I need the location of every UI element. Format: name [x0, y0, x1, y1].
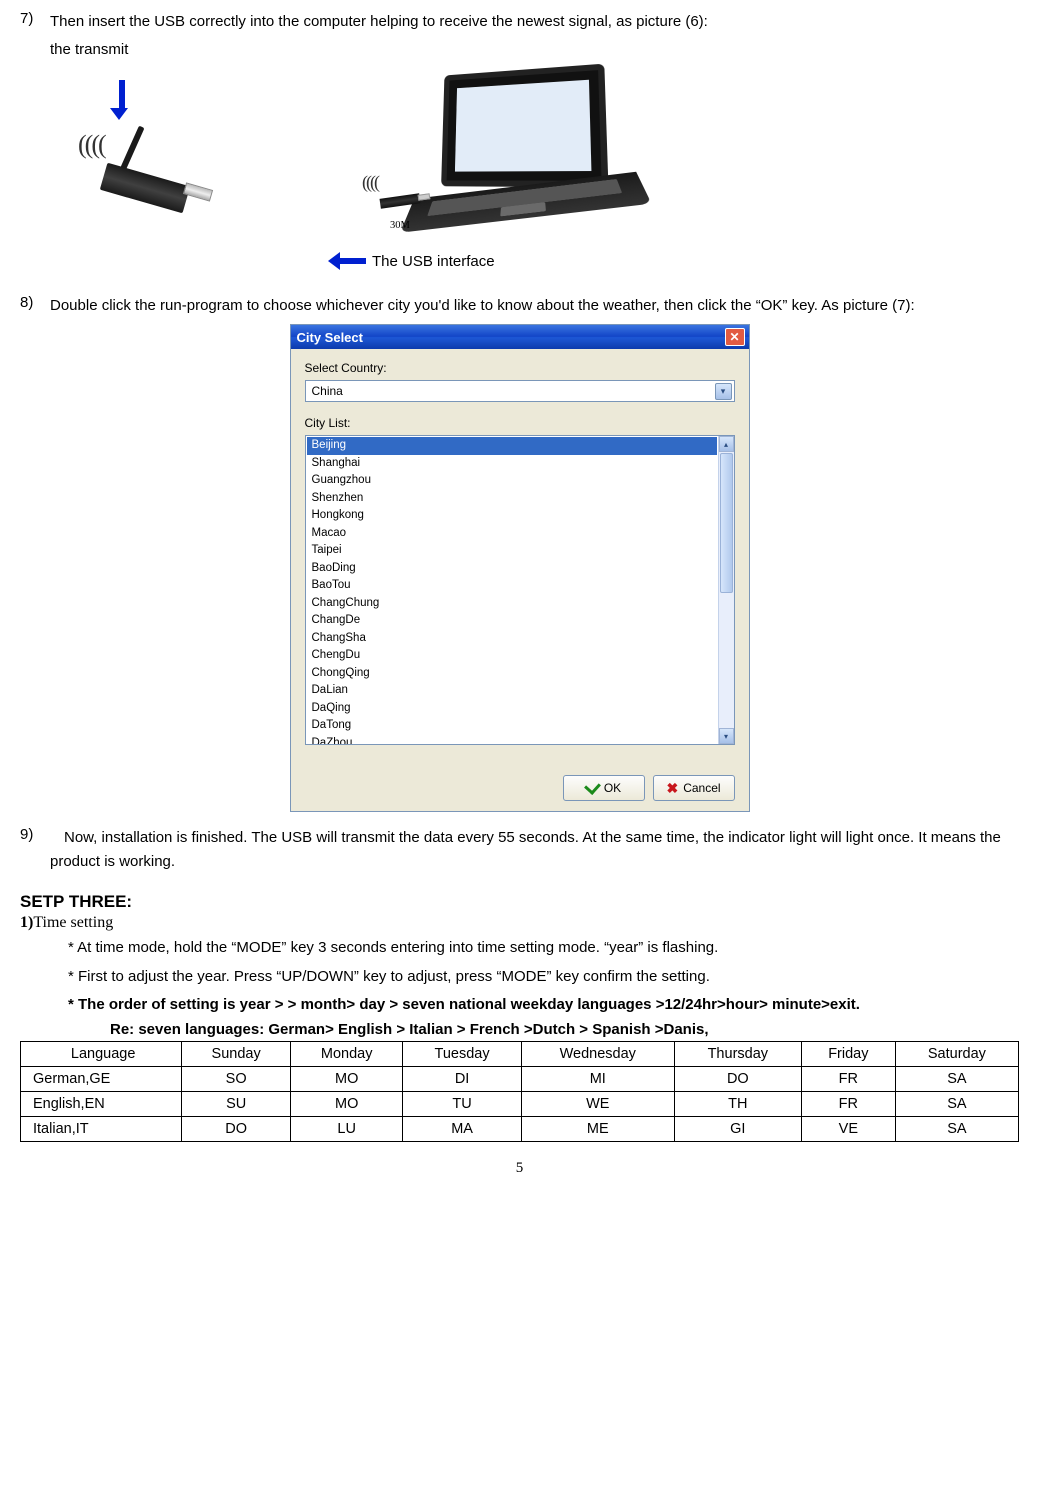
city-item[interactable]: DaTong: [307, 717, 717, 735]
table-cell: WE: [521, 1091, 674, 1116]
select-country-label: Select Country:: [305, 361, 735, 375]
close-icon[interactable]: ✕: [725, 328, 745, 346]
city-item[interactable]: ChangDe: [307, 612, 717, 630]
step-7-subtext: the transmit: [50, 38, 1019, 62]
ok-button[interactable]: OK: [563, 775, 645, 801]
language-table: LanguageSundayMondayTuesdayWednesdayThur…: [20, 1041, 1019, 1142]
city-list-label: City List:: [305, 416, 735, 430]
scroll-down-icon[interactable]: ▾: [719, 728, 734, 744]
table-header-cell: Tuesday: [403, 1041, 521, 1066]
table-cell: MA: [403, 1116, 521, 1141]
city-item[interactable]: Beijing: [307, 437, 717, 455]
signal-waves-icon: ((((: [362, 172, 378, 193]
country-select[interactable]: China ▾: [305, 380, 735, 402]
arrow-down-icon: [116, 80, 128, 120]
table-cell: SA: [895, 1091, 1018, 1116]
chevron-down-icon[interactable]: ▾: [715, 383, 732, 400]
cancel-button[interactable]: ✖ Cancel: [653, 775, 735, 801]
step-three-heading: SETP THREE:: [20, 892, 1019, 912]
country-value: China: [312, 384, 343, 398]
step-9-text: Now, installation is finished. The USB w…: [50, 826, 1019, 874]
subsection-number: 1): [20, 914, 33, 931]
table-row: Italian,ITDOLUMAMEGIVESA: [21, 1116, 1019, 1141]
table-cell: SA: [895, 1116, 1018, 1141]
table-cell: MI: [521, 1066, 674, 1091]
table-header-cell: Wednesday: [521, 1041, 674, 1066]
table-cell: FR: [801, 1091, 895, 1116]
table-cell: DO: [182, 1116, 291, 1141]
city-item[interactable]: ChangSha: [307, 630, 717, 648]
step-7-number: 7): [20, 10, 50, 34]
arrow-left-icon: [328, 252, 366, 270]
table-cell: TU: [403, 1091, 521, 1116]
table-header-cell: Language: [21, 1041, 182, 1066]
page-number: 5: [20, 1160, 1019, 1177]
signal-waves-icon: ((((: [78, 130, 105, 160]
time-setting-title: Time setting: [33, 914, 113, 931]
city-item[interactable]: Shanghai: [307, 455, 717, 473]
table-cell: SA: [895, 1066, 1018, 1091]
city-item[interactable]: Macao: [307, 525, 717, 543]
city-listbox[interactable]: BeijingShanghaiGuangzhouShenzhenHongkong…: [305, 435, 735, 745]
step-7-text: Then insert the USB correctly into the c…: [50, 10, 1019, 34]
table-cell: ME: [521, 1116, 674, 1141]
step-8-text: Double click the run-program to choose w…: [50, 294, 1019, 318]
dialog-titlebar[interactable]: City Select ✕: [291, 325, 749, 349]
city-item[interactable]: ChangChung: [307, 595, 717, 613]
city-item[interactable]: ChengDu: [307, 647, 717, 665]
time-setting-p1: * At time mode, hold the “MODE” key 3 se…: [68, 935, 1019, 961]
time-setting-p4: Re: seven languages: German> English > I…: [110, 1021, 1019, 1038]
scrollbar[interactable]: ▴ ▾: [718, 436, 734, 744]
table-header-cell: Sunday: [182, 1041, 291, 1066]
table-cell: SU: [182, 1091, 291, 1116]
step-8-number: 8): [20, 294, 50, 318]
table-cell: LU: [290, 1116, 403, 1141]
table-cell: TH: [674, 1091, 801, 1116]
table-cell: DI: [403, 1066, 521, 1091]
x-icon: ✖: [666, 780, 678, 797]
time-setting-p3: * The order of setting is year > > month…: [68, 992, 1019, 1018]
ok-label: OK: [604, 781, 621, 795]
table-cell: English,EN: [21, 1091, 182, 1116]
usb-interface-label: The USB interface: [372, 253, 495, 270]
table-cell: GI: [674, 1116, 801, 1141]
time-setting-p2: * First to adjust the year. Press “UP/DO…: [68, 964, 1019, 990]
city-item[interactable]: DaZhou: [307, 735, 717, 745]
city-item[interactable]: BaoDing: [307, 560, 717, 578]
table-header-cell: Thursday: [674, 1041, 801, 1066]
table-cell: MO: [290, 1091, 403, 1116]
city-item[interactable]: ChongQing: [307, 665, 717, 683]
scrollbar-thumb[interactable]: [720, 453, 733, 593]
figure-6: (((( (((( 30M: [68, 68, 1019, 248]
table-cell: VE: [801, 1116, 895, 1141]
step-9-number: 9): [20, 826, 50, 874]
check-icon: [584, 778, 601, 795]
table-cell: SO: [182, 1066, 291, 1091]
usb-transmitter-image: ((((: [68, 88, 218, 228]
city-item[interactable]: Taipei: [307, 542, 717, 560]
city-select-dialog: City Select ✕ Select Country: China ▾ Ci…: [290, 324, 750, 812]
table-row: German,GESOMODIMIDOFRSA: [21, 1066, 1019, 1091]
city-item[interactable]: Hongkong: [307, 507, 717, 525]
laptop-image: (((( 30M: [398, 68, 658, 248]
city-item[interactable]: DaQing: [307, 700, 717, 718]
table-cell: German,GE: [21, 1066, 182, 1091]
table-header-cell: Monday: [290, 1041, 403, 1066]
table-row: English,ENSUMOTUWETHFRSA: [21, 1091, 1019, 1116]
distance-label: 30M: [390, 220, 410, 231]
city-item[interactable]: DaLian: [307, 682, 717, 700]
cancel-label: Cancel: [683, 781, 720, 795]
table-cell: Italian,IT: [21, 1116, 182, 1141]
table-cell: MO: [290, 1066, 403, 1091]
table-header-cell: Saturday: [895, 1041, 1018, 1066]
city-item[interactable]: BaoTou: [307, 577, 717, 595]
table-cell: DO: [674, 1066, 801, 1091]
table-cell: FR: [801, 1066, 895, 1091]
scroll-up-icon[interactable]: ▴: [719, 436, 734, 452]
table-header-cell: Friday: [801, 1041, 895, 1066]
city-item[interactable]: Guangzhou: [307, 472, 717, 490]
city-item[interactable]: Shenzhen: [307, 490, 717, 508]
dialog-title: City Select: [297, 330, 363, 345]
